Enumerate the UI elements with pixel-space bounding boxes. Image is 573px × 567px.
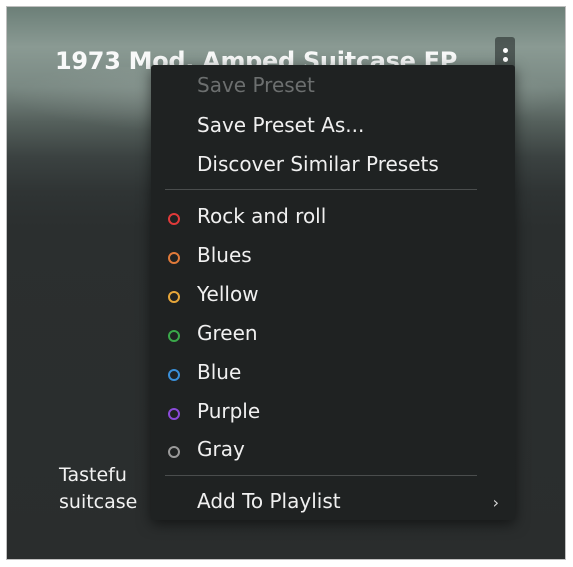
menu-item-color-rock-and-roll[interactable]: Rock and roll <box>151 204 515 236</box>
color-label: Blue <box>197 360 242 384</box>
color-label: Purple <box>197 399 261 423</box>
preset-description-line: Tastefu <box>59 464 127 486</box>
preset-context-menu: Save Preset Save Preset As... Discover S… <box>151 65 515 520</box>
color-dot-icon <box>168 252 180 264</box>
color-dot-icon <box>168 408 180 420</box>
menu-separator <box>165 189 477 190</box>
menu-item-save-preset-as[interactable]: Save Preset As... <box>197 113 364 137</box>
color-label: Gray <box>197 437 245 461</box>
color-dot-icon <box>168 369 180 381</box>
kebab-dot <box>502 56 508 62</box>
color-dot-icon <box>168 291 180 303</box>
menu-item-color-yellow[interactable]: Yellow <box>151 282 515 314</box>
color-label: Blues <box>197 243 252 267</box>
menu-item-save-preset[interactable]: Save Preset <box>197 73 315 97</box>
preset-panel: 1973 Mod. Amped Suitcase EP Tastefu suit… <box>6 6 566 560</box>
menu-item-add-to-playlist[interactable]: Add To Playlist <box>197 489 341 513</box>
menu-item-discover-similar[interactable]: Discover Similar Presets <box>197 152 439 176</box>
color-dot-icon <box>168 213 180 225</box>
color-label: Yellow <box>197 282 259 306</box>
color-dot-icon <box>168 330 180 342</box>
menu-item-color-purple[interactable]: Purple <box>151 399 515 431</box>
menu-item-color-blues[interactable]: Blues <box>151 243 515 275</box>
menu-item-color-blue[interactable]: Blue <box>151 360 515 392</box>
menu-separator <box>165 475 477 476</box>
preset-description-line: suitcase <box>59 491 138 513</box>
menu-item-color-gray[interactable]: Gray <box>151 437 515 469</box>
chevron-right-icon: › <box>492 493 499 512</box>
color-label: Rock and roll <box>197 204 327 228</box>
menu-item-color-green[interactable]: Green <box>151 321 515 353</box>
preset-description: Tastefu suitcase <box>59 462 137 516</box>
kebab-dot <box>502 47 508 53</box>
color-dot-icon <box>168 446 180 458</box>
color-label: Green <box>197 321 258 345</box>
